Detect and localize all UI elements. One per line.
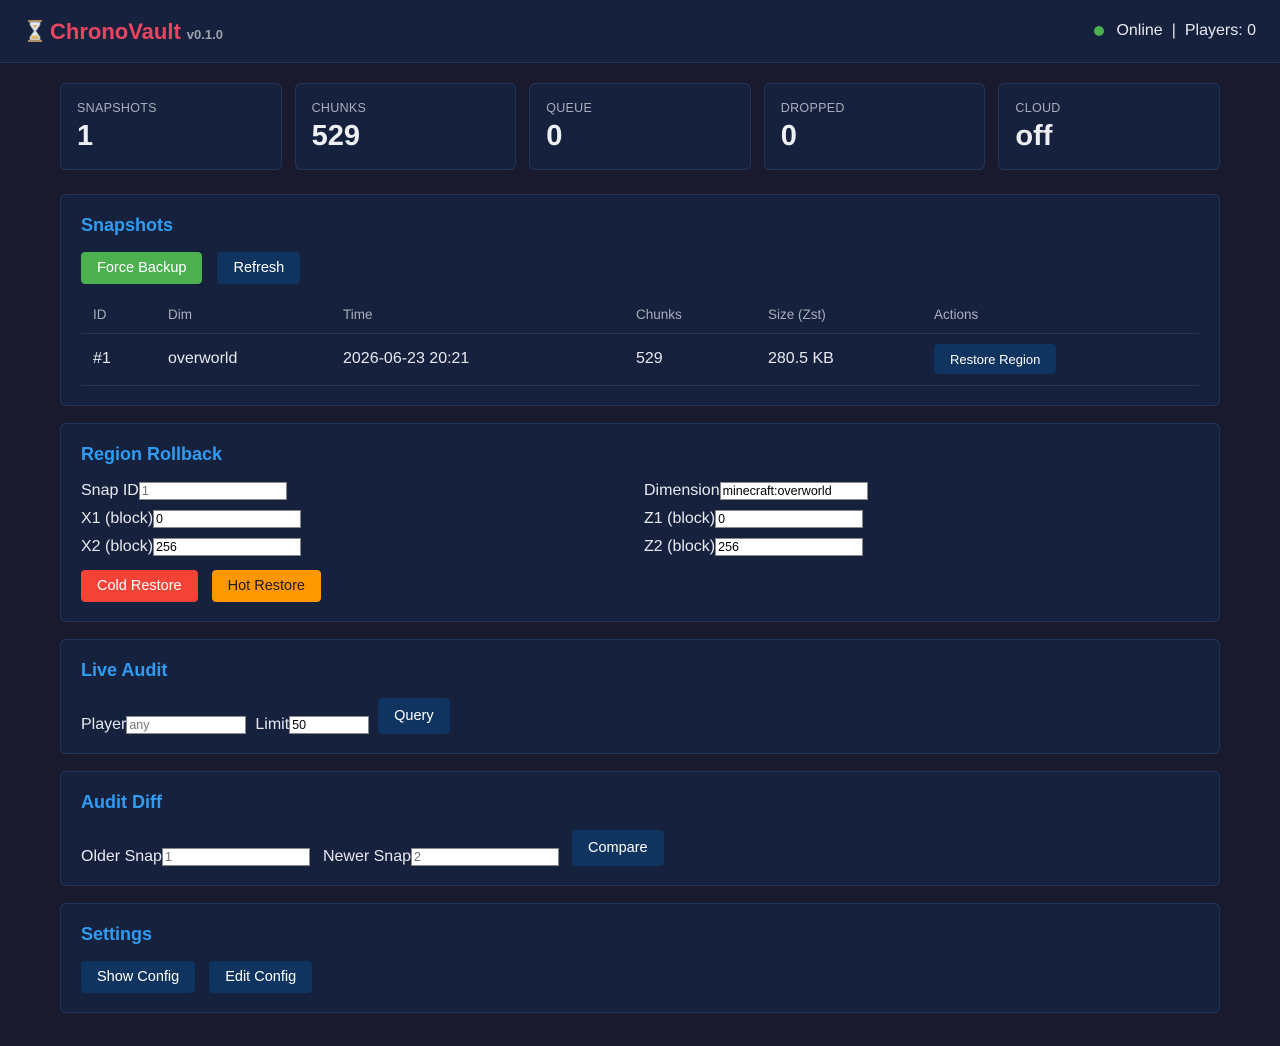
z1-field: Z1 (block) [644, 509, 1199, 529]
older-snap-input[interactable] [161, 848, 310, 866]
snapshot-chunks: 529 [624, 333, 756, 386]
stat-value: off [1015, 120, 1053, 152]
column-header: Dim [156, 297, 331, 334]
stat-card-snapshots: SNAPSHOTS 1 [60, 83, 282, 170]
newer-snap-input[interactable] [410, 848, 559, 866]
x1-input[interactable] [153, 510, 302, 528]
main-content: SNAPSHOTS 1 CHUNKS 529 QUEUE 0 DROPPED 0… [60, 83, 1220, 1013]
z2-field: Z2 (block) [644, 537, 1199, 557]
brand: ChronoVault v0.1.0 [26, 17, 223, 45]
diff-form: Older Snap Newer Snap Compare [81, 830, 1199, 866]
x2-label: X2 (block) [81, 538, 154, 555]
panel-title: Audit Diff [81, 792, 162, 812]
snapshot-id: #1 [81, 333, 156, 386]
stat-label: QUEUE [546, 101, 593, 115]
snap-id-input[interactable] [138, 482, 287, 500]
snapshots-panel: Snapshots Force Backup Refresh ID Dim Ti… [60, 194, 1220, 406]
limit-field: Limit [255, 716, 370, 734]
stat-card-queue: QUEUE 0 [529, 83, 751, 170]
table-header-row: ID Dim Time Chunks Size (Zst) Actions [81, 297, 1199, 334]
live-audit-panel: Live Audit Player Limit Query [60, 639, 1220, 754]
stat-label: DROPPED [780, 101, 845, 115]
hot-restore-button[interactable]: Hot Restore [211, 570, 321, 602]
x2-input[interactable] [153, 538, 302, 556]
status-text: Online [1116, 22, 1163, 39]
z2-label: Z2 (block) [644, 538, 716, 555]
limit-input[interactable] [289, 716, 370, 734]
stat-label: CHUNKS [311, 101, 367, 115]
newer-snap-field: Newer Snap [323, 848, 559, 866]
stat-value: 0 [546, 120, 563, 152]
app-header: ChronoVault v0.1.0 Online | Players: 0 [0, 0, 1280, 63]
panel-title: Region Rollback [81, 444, 223, 464]
stat-label: CLOUD [1015, 101, 1061, 115]
rollback-form: Snap ID Dimension X1 (block) Z1 (block) … [81, 481, 1199, 557]
players-count: Players: 0 [1184, 22, 1256, 39]
column-header: ID [81, 297, 156, 334]
player-label: Player [81, 716, 127, 733]
cold-restore-button[interactable]: Cold Restore [81, 570, 198, 602]
online-indicator-icon [1094, 26, 1105, 36]
settings-panel: Settings Show Config Edit Config [60, 903, 1220, 1013]
restore-region-button[interactable]: Restore Region [934, 344, 1057, 374]
stat-card-cloud: CLOUD off [998, 83, 1220, 170]
region-rollback-panel: Region Rollback Snap ID Dimension X1 (bl… [60, 423, 1220, 622]
older-snap-label: Older Snap [81, 848, 162, 865]
panel-title: Settings [81, 924, 153, 944]
settings-actions: Show Config Edit Config [81, 961, 1199, 993]
rollback-actions: Cold Restore Hot Restore [81, 570, 1199, 602]
server-status: Online | Players: 0 [1094, 22, 1256, 40]
query-button[interactable]: Query [378, 698, 450, 734]
stat-value: 529 [311, 120, 360, 152]
z1-input[interactable] [715, 510, 864, 528]
player-field: Player [81, 716, 247, 734]
stats-row: SNAPSHOTS 1 CHUNKS 529 QUEUE 0 DROPPED 0… [60, 83, 1220, 170]
audit-form: Player Limit Query [81, 698, 1199, 734]
snapshot-time: 2026-06-23 20:21 [331, 333, 624, 386]
compare-button[interactable]: Compare [571, 830, 664, 866]
stat-card-chunks: CHUNKS 529 [294, 83, 517, 170]
app-version: v0.1.0 [186, 27, 223, 42]
x1-field: X1 (block) [81, 509, 644, 529]
status-separator: | [1171, 22, 1176, 39]
newer-snap-label: Newer Snap [322, 848, 411, 865]
show-config-button[interactable]: Show Config [81, 961, 196, 993]
stat-label: SNAPSHOTS [77, 101, 157, 115]
older-snap-field: Older Snap [81, 848, 310, 866]
z2-input[interactable] [715, 538, 864, 556]
panel-title: Live Audit [81, 660, 168, 680]
snap-id-label: Snap ID [81, 482, 139, 499]
stat-value: 0 [780, 120, 797, 152]
player-input[interactable] [126, 716, 247, 734]
edit-config-button[interactable]: Edit Config [209, 961, 313, 993]
snapshot-dim: overworld [156, 333, 331, 386]
audit-diff-panel: Audit Diff Older Snap Newer Snap Compare [60, 771, 1220, 886]
z1-label: Z1 (block) [644, 510, 716, 527]
snap-id-field: Snap ID [81, 481, 644, 501]
stat-value: 1 [77, 120, 94, 152]
app-name: ChronoVault [50, 19, 181, 44]
refresh-button[interactable]: Refresh [217, 252, 301, 284]
x2-field: X2 (block) [81, 537, 644, 557]
column-header: Size (Zst) [756, 297, 922, 334]
hourglass-icon [26, 20, 44, 42]
snapshots-table: ID Dim Time Chunks Size (Zst) Actions #1… [81, 297, 1199, 386]
panel-title: Snapshots [81, 215, 174, 235]
stat-card-dropped: DROPPED 0 [763, 83, 986, 170]
x1-label: X1 (block) [81, 510, 154, 527]
dimension-field: Dimension [644, 481, 1199, 501]
column-header: Time [331, 297, 624, 334]
column-header: Actions [922, 297, 1199, 334]
snapshot-actions: Force Backup Refresh [81, 252, 1199, 284]
column-header: Chunks [624, 297, 756, 334]
dimension-label: Dimension [644, 482, 720, 499]
force-backup-button[interactable]: Force Backup [81, 252, 203, 284]
snapshot-size: 280.5 KB [756, 333, 922, 386]
table-row: #1 overworld 2026-06-23 20:21 529 280.5 … [81, 333, 1199, 386]
dimension-input[interactable] [719, 482, 868, 500]
snapshot-actions-cell: Restore Region [922, 333, 1199, 386]
limit-label: Limit [255, 716, 290, 733]
